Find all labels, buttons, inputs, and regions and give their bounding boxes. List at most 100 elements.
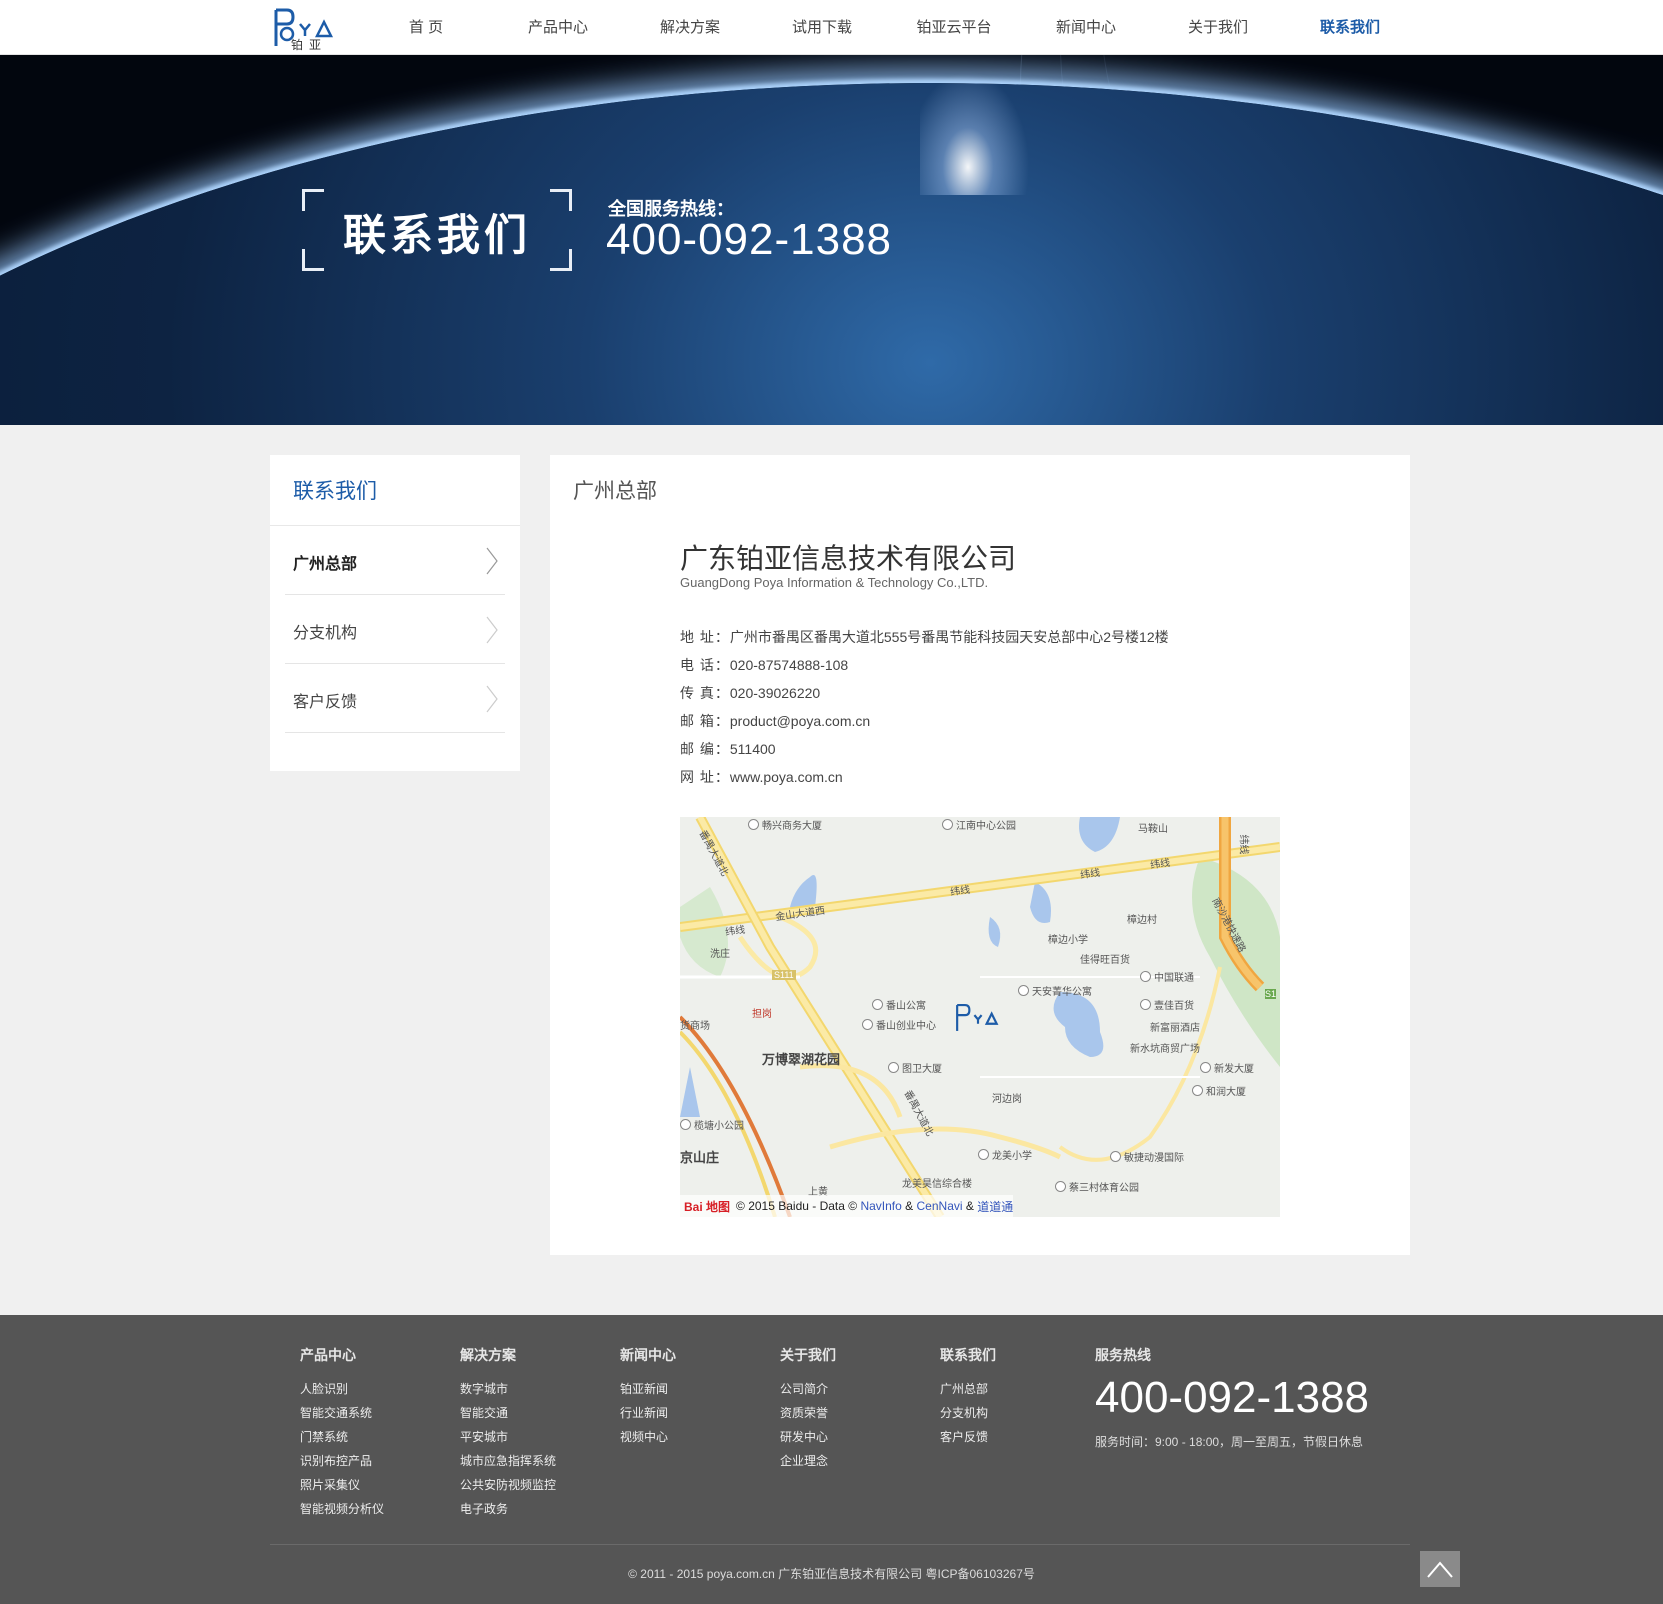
- footer-link[interactable]: 照片采集仪: [300, 1473, 384, 1497]
- map-label: 图卫大厦: [888, 1060, 942, 1075]
- nav-download[interactable]: 试用下载: [756, 0, 888, 55]
- footer-link[interactable]: 电子政务: [460, 1497, 556, 1521]
- sidebar: 联系我们 广州总部 分支机构 客户反馈: [270, 455, 520, 771]
- cennavi-link[interactable]: CenNavi: [917, 1199, 963, 1213]
- footer-link[interactable]: 智能交通系统: [300, 1401, 384, 1425]
- map-label: 江南中心公园: [942, 817, 1016, 832]
- nav-news[interactable]: 新闻中心: [1020, 0, 1152, 55]
- map-label: 纬线: [1079, 867, 1101, 882]
- map-label: 天安菁华公寓: [1018, 983, 1092, 998]
- footer-link[interactable]: 数字城市: [460, 1377, 556, 1401]
- contact-info: 地 址：广州市番禺区番禺大道北555号番禺节能科技园天安总部中心2号楼12楼 电…: [680, 623, 1169, 791]
- footer-link[interactable]: 客户反馈: [940, 1425, 996, 1449]
- map-label: 榄塘小公园: [680, 1117, 744, 1132]
- phone-value: 020-87574888-108: [729, 657, 849, 673]
- sun-glow: [920, 55, 1040, 195]
- postcode-label: 邮 编：: [680, 741, 730, 757]
- service-hours: 服务时间：9:00 - 18:00，周一至周五，节假日休息: [1095, 1435, 1364, 1449]
- footer-link[interactable]: 广州总部: [940, 1377, 996, 1401]
- section-title: 广州总部: [573, 480, 657, 503]
- fax-row: 传 真：020-39026220: [680, 679, 1169, 707]
- footer-link[interactable]: 人脸识别: [300, 1377, 384, 1401]
- map-label: S1: [1265, 989, 1277, 999]
- sidebar-title: 联系我们: [293, 480, 377, 503]
- footer-link[interactable]: 平安城市: [460, 1425, 556, 1449]
- daodaotong-link[interactable]: 道道通: [977, 1198, 1013, 1215]
- footer-hotline: 400-092-1388: [1095, 1373, 1370, 1422]
- map-label: 马鞍山: [1138, 824, 1168, 835]
- nav-cloud[interactable]: 铂亚云平台: [888, 0, 1020, 55]
- map-label: 番山创业中心: [862, 1017, 936, 1032]
- footer-link[interactable]: 智能视频分析仪: [300, 1497, 384, 1521]
- footer-col-products: 产品中心 人脸识别 智能交通系统 门禁系统 识别布控产品 照片采集仪 智能视频分…: [300, 1345, 384, 1521]
- footer-heading[interactable]: 关于我们: [780, 1345, 836, 1365]
- email-value[interactable]: product@poya.com.cn: [730, 713, 870, 729]
- footer-link[interactable]: 视频中心: [620, 1425, 676, 1449]
- footer-link[interactable]: 企业理念: [780, 1449, 836, 1473]
- map-label: 畅兴商务大厦: [748, 817, 822, 832]
- footer-link[interactable]: 城市应急指挥系统: [460, 1449, 556, 1473]
- nav-products[interactable]: 产品中心: [492, 0, 624, 55]
- sidebar-item-label: 分支机构: [293, 625, 358, 642]
- email-label: 邮 箱：: [680, 713, 730, 729]
- postcode-value: 511400: [729, 741, 776, 757]
- website-link[interactable]: www.poya.com.cn: [730, 769, 843, 785]
- sidebar-item-label: 广州总部: [293, 556, 358, 573]
- footer-link[interactable]: 研发中心: [780, 1425, 836, 1449]
- footer-link[interactable]: 智能交通: [460, 1401, 556, 1425]
- address-label: 地 址：: [680, 629, 730, 645]
- footer-heading[interactable]: 解决方案: [460, 1345, 556, 1365]
- footer-link[interactable]: 公共安防视频监控: [460, 1473, 556, 1497]
- footer-heading[interactable]: 新闻中心: [620, 1345, 676, 1365]
- map-label: 纬线: [724, 924, 746, 939]
- footer-link[interactable]: 门禁系统: [300, 1425, 384, 1449]
- map-credit-amp: &: [965, 1199, 974, 1213]
- footer-heading: 服务热线: [1095, 1347, 1151, 1363]
- company-name-cn: 广东铂亚信息技术有限公司: [680, 543, 1017, 574]
- map-label: 京山庄: [680, 1150, 720, 1165]
- poya-logo[interactable]: 铂亚: [273, 6, 337, 52]
- sidebar-item-feedback[interactable]: 客户反馈: [285, 664, 505, 733]
- nav-solutions[interactable]: 解决方案: [624, 0, 756, 55]
- map-label: 樟边村: [1127, 915, 1157, 926]
- map-label: 纬线: [1237, 834, 1249, 855]
- website-label: 网 址：: [680, 769, 730, 785]
- footer-link[interactable]: 资质荣誉: [780, 1401, 836, 1425]
- banner-title-frame: 联系我们: [302, 189, 572, 271]
- hotline-number: 400-092-1388: [606, 215, 893, 264]
- chevron-right-icon: [486, 685, 498, 713]
- sidebar-item-headquarters[interactable]: 广州总部: [285, 526, 505, 595]
- footer-link[interactable]: 铂亚新闻: [620, 1377, 676, 1401]
- footer-link[interactable]: 识别布控产品: [300, 1449, 384, 1473]
- chevron-right-icon: [486, 547, 498, 575]
- navinfo-link[interactable]: NavInfo: [860, 1199, 901, 1213]
- map-label: 担岗: [752, 1009, 772, 1020]
- footer-link[interactable]: 公司简介: [780, 1377, 836, 1401]
- website-row: 网 址：www.poya.com.cn: [680, 763, 1169, 791]
- footer-heading[interactable]: 联系我们: [940, 1345, 996, 1365]
- nav-home[interactable]: 首 页: [360, 0, 492, 55]
- footer-col-solutions: 解决方案 数字城市 智能交通 平安城市 城市应急指挥系统 公共安防视频监控 电子…: [460, 1345, 556, 1521]
- nav-contact[interactable]: 联系我们: [1284, 0, 1416, 55]
- main-content: 广州总部 广东铂亚信息技术有限公司 GuangDong Poya Informa…: [550, 455, 1410, 1255]
- site-header: 铂亚 首 页 产品中心 解决方案 试用下载 铂亚云平台 新闻中心 关于我们 联系…: [0, 0, 1663, 55]
- location-map[interactable]: 畅兴商务大厦 江南中心公园 马鞍山 番禺大道北 金山大道西 纬线 纬线 纬线 纬…: [680, 817, 1280, 1217]
- map-label: 新富丽酒店: [1150, 1023, 1200, 1034]
- divider: [270, 1544, 1410, 1545]
- footer-col-about: 关于我们 公司简介 资质荣誉 研发中心 企业理念: [780, 1345, 836, 1473]
- phone-row: 电 话：020-87574888-108: [680, 651, 1169, 679]
- nav-about[interactable]: 关于我们: [1152, 0, 1284, 55]
- footer-link[interactable]: 行业新闻: [620, 1401, 676, 1425]
- back-to-top-button[interactable]: [1420, 1551, 1460, 1587]
- map-label: 佳得旺百货: [1080, 955, 1130, 966]
- footer-link[interactable]: 分支机构: [940, 1401, 996, 1425]
- map-label: 壹佳百货: [1140, 997, 1194, 1012]
- footer-heading[interactable]: 产品中心: [300, 1345, 384, 1365]
- map-label: S111: [772, 970, 796, 980]
- postcode-row: 邮 编：511400: [680, 735, 1169, 763]
- map-label: 敏捷动漫国际: [1110, 1149, 1184, 1164]
- address-row: 地 址：广州市番禺区番禺大道北555号番禺节能科技园天安总部中心2号楼12楼: [680, 623, 1169, 651]
- baidu-map-logo[interactable]: Bai 地图: [684, 1198, 730, 1215]
- map-credit-amp: &: [905, 1199, 914, 1213]
- sidebar-item-branches[interactable]: 分支机构: [285, 595, 505, 664]
